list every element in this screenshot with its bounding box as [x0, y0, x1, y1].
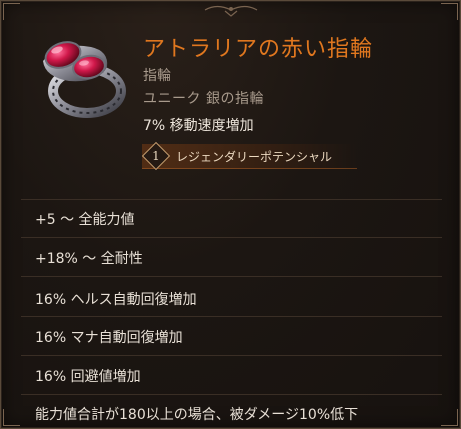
item-name: アトラリアの赤い指輪 [143, 37, 374, 62]
frame-ornament-icon [204, 5, 258, 17]
divider [21, 355, 442, 356]
frame-corner [3, 3, 20, 20]
affix-line: 16% マナ自動回復増加 [35, 330, 183, 346]
item-type: 指輪 [143, 68, 171, 84]
divider [21, 276, 442, 277]
frame-corner [441, 409, 458, 426]
divider [21, 394, 442, 395]
unique-effect-line: 能力値合計が180以上の場合、被ダメージ10%低下 [35, 407, 359, 423]
implicit-stat: 7% 移動速度増加 [143, 118, 254, 134]
affix-line: 16% ヘルス自動回復増加 [35, 292, 197, 308]
frame-corner [441, 3, 458, 20]
legendary-potential-count: 1 [152, 149, 160, 163]
divider [21, 316, 442, 317]
affix-line: 16% 回避値増加 [35, 369, 141, 385]
frame-corner [3, 409, 20, 426]
item-tooltip: アトラリアの赤い指輪 指輪 ユニーク 銀の指輪 7% 移動速度増加 1 レジェン… [0, 0, 461, 429]
item-rarity: ユニーク 銀の指輪 [143, 91, 264, 107]
legendary-potential-label: レジェンダリーポテンシャル [176, 150, 333, 164]
affix-line: +18% 〜 全耐性 [35, 251, 143, 267]
divider [21, 199, 442, 200]
affix-line: +5 〜 全能力値 [35, 212, 135, 228]
ruby-silver-ring-icon [43, 41, 126, 118]
divider [21, 237, 442, 238]
